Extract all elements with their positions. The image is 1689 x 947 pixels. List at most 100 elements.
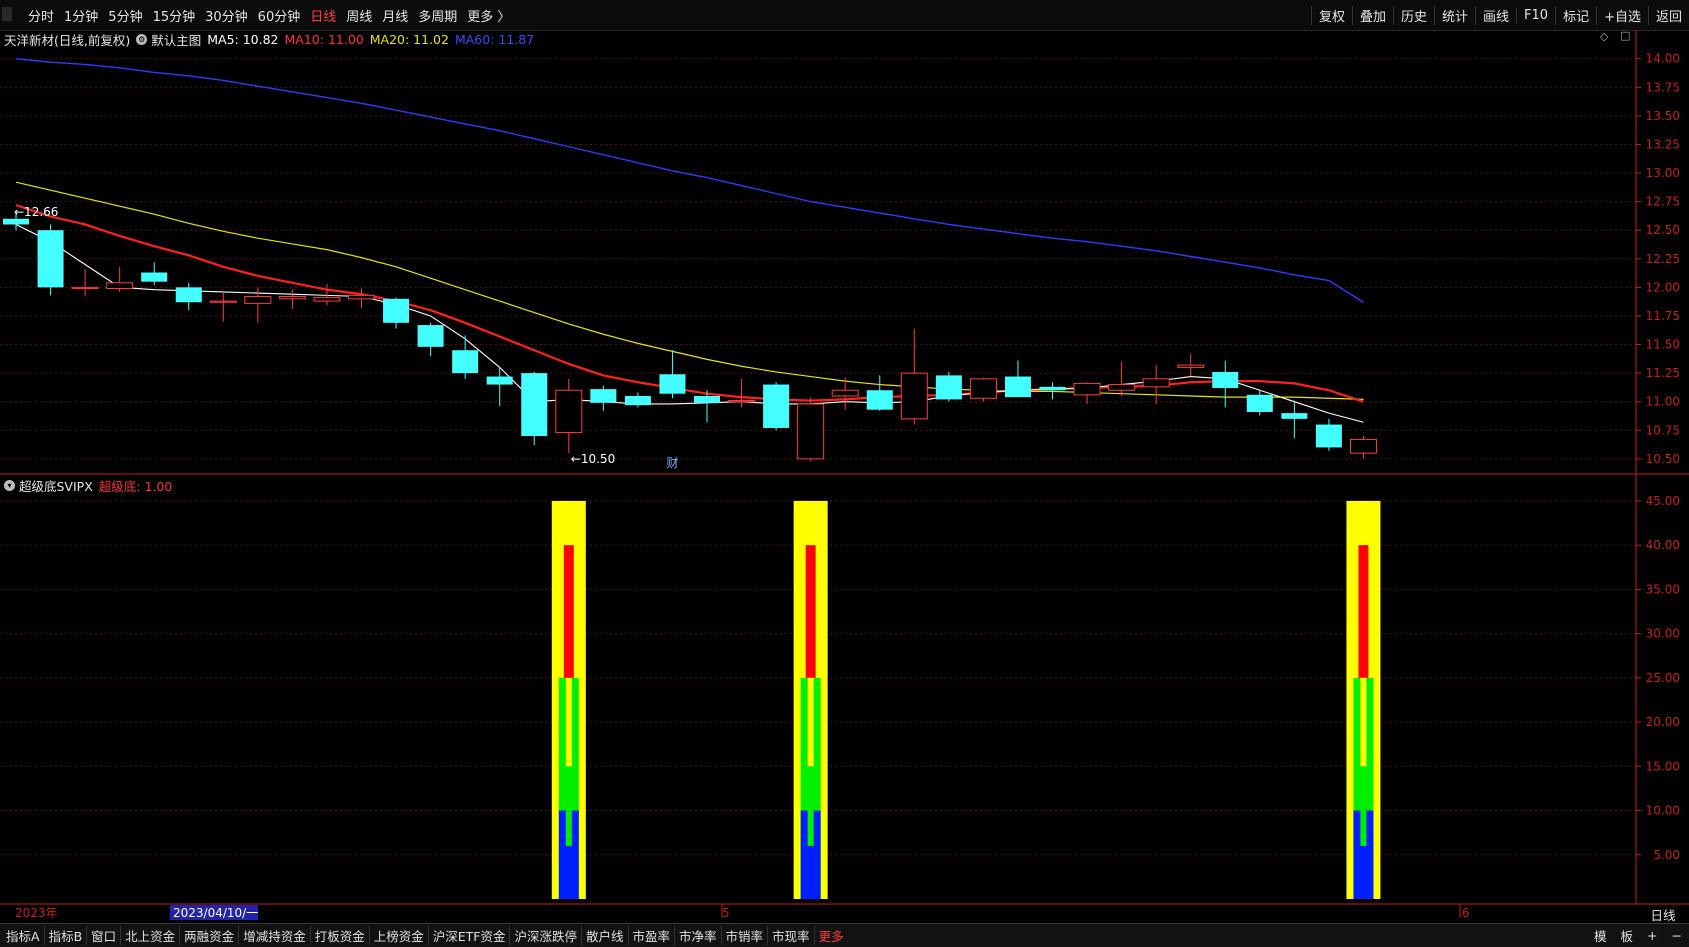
bottom-tab-12[interactable]: 市净率 <box>675 926 722 945</box>
candle-body <box>590 389 617 403</box>
bottom-tab-9[interactable]: 沪深涨跌停 <box>510 926 582 945</box>
tool-5[interactable]: F10 <box>1516 7 1555 23</box>
tab-6[interactable]: 日线 <box>310 6 336 25</box>
candle-body <box>1039 386 1066 391</box>
year-label: 2023年 <box>15 906 58 920</box>
ma20-line <box>15 181 1364 401</box>
y-tick-label: 20.00 <box>1646 715 1680 729</box>
top-toolbar: 分时 1分钟 5分钟 15分钟 30分钟 60分钟 日线 周线 月线 多周期 更多 〉 复权 叠加 历史… <box>0 0 1689 31</box>
ma10-path <box>15 204 1364 403</box>
y-tick-label: 13.00 <box>1646 166 1680 180</box>
tool-3[interactable]: 统计 <box>1434 5 1475 25</box>
bottom-tab-3[interactable]: 北上资金 <box>121 926 181 945</box>
indicator-bar <box>1360 810 1367 846</box>
bottom-tabs: 指标A 指标B 窗口 北上资金 两融资金 增减持资金 打板资金 上榜资金 沪深ETF资金 沪深涨跌… <box>2 924 848 947</box>
indicator-bar <box>565 810 572 846</box>
grid-lines <box>0 58 1689 905</box>
tool-8[interactable]: 返回 <box>1647 5 1689 25</box>
bottom-tab-13[interactable]: 市销率 <box>722 926 769 945</box>
y-tick-label: 30.00 <box>1646 627 1680 641</box>
bottom-tool-0[interactable]: 模 <box>1587 926 1614 945</box>
ma10-line <box>15 204 1364 403</box>
candle-body <box>521 373 548 436</box>
candle-body <box>831 389 859 397</box>
indicator-bar <box>807 810 814 846</box>
y-tick-label: 11.00 <box>1646 395 1680 409</box>
tool-1[interactable]: 叠加 <box>1351 5 1393 25</box>
candle-body <box>383 298 410 323</box>
y-tick-label: 10.50 <box>1646 452 1680 466</box>
y-tick-label: 10.00 <box>1646 804 1680 818</box>
y-tick-label: 13.25 <box>1646 137 1680 151</box>
tool-6[interactable]: 标记 <box>1555 5 1596 25</box>
candle-body <box>1108 384 1136 391</box>
y-tick-label: 12.00 <box>1646 280 1680 294</box>
indicator-bar <box>807 677 814 767</box>
tab-9[interactable]: 多周期 <box>418 6 457 25</box>
bottom-tab-2[interactable]: 窗口 <box>87 926 122 945</box>
y-tick-label: 12.75 <box>1646 195 1680 209</box>
bottom-tab-4[interactable]: 两融资金 <box>180 926 240 945</box>
indicator-bar <box>565 677 572 767</box>
ma5-line <box>15 223 1364 423</box>
candle-body <box>1073 382 1101 396</box>
bottom-tab-10[interactable]: 散户线 <box>582 926 629 945</box>
tab-4[interactable]: 30分钟 <box>205 6 248 25</box>
candle-body <box>175 287 202 303</box>
right-toolbar: 复权 叠加 历史 统计 画线 F10 标记 +自选 返回 <box>1310 0 1689 30</box>
y-tick-label: 13.75 <box>1646 80 1680 94</box>
candle-body <box>969 378 997 399</box>
tab-1[interactable]: 1分钟 <box>64 6 98 25</box>
tool-2[interactable]: 历史 <box>1392 5 1434 25</box>
y-tick-label: 12.25 <box>1646 252 1680 266</box>
y-tick-label: 13.50 <box>1646 109 1680 123</box>
ma20-path <box>15 181 1364 401</box>
bottom-tab-0[interactable]: 指标A <box>2 926 45 945</box>
bottom-tab-14[interactable]: 市现率 <box>768 926 815 945</box>
tab-7[interactable]: 周线 <box>346 6 372 25</box>
bottom-bar: 指标A 指标B 窗口 北上资金 两融资金 增减持资金 打板资金 上榜资金 沪深ETF资金 沪深涨跌… <box>0 923 1689 947</box>
period-tabs: 分时 1分钟 5分钟 15分钟 30分钟 60分钟 日线 周线 月线 多周期 更多 〉 <box>28 0 520 30</box>
bottom-tab-6[interactable]: 打板资金 <box>311 926 370 945</box>
tool-4[interactable]: 画线 <box>1475 5 1516 25</box>
candle-body <box>659 374 686 394</box>
bottom-tab-5[interactable]: 增减持资金 <box>239 926 311 945</box>
candles <box>3 211 1377 462</box>
tab-10[interactable]: 更多 〉 <box>467 6 510 25</box>
kline-chart[interactable]: 14.00 13.75 13.50 13.25 13.00 12.75 12.50 12.25… <box>0 30 1689 923</box>
candle-body <box>209 300 237 303</box>
tab-8[interactable]: 月线 <box>382 6 408 25</box>
candle-body <box>1177 364 1205 368</box>
candle-body <box>728 400 756 403</box>
month-label: 6 <box>1462 906 1470 920</box>
high-price-label: ←12.66 <box>14 205 58 219</box>
candle-body <box>1246 394 1273 412</box>
y-tick-label: 11.25 <box>1646 366 1680 380</box>
y-tick-label: 45.00 <box>1646 494 1680 508</box>
bottom-tab-8[interactable]: 沪深ETF资金 <box>429 926 511 945</box>
indicator-bar <box>1360 677 1367 767</box>
tab-3[interactable]: 15分钟 <box>153 6 196 25</box>
cursor-date: 2023/04/10/一 <box>173 906 258 920</box>
candle-body <box>866 390 893 410</box>
window-handle[interactable] <box>2 7 12 21</box>
candle-body <box>71 286 99 290</box>
tab-2[interactable]: 5分钟 <box>108 6 142 25</box>
tool-0[interactable]: 复权 <box>1310 5 1352 25</box>
candle-body <box>313 297 341 302</box>
tab-0[interactable]: 分时 <box>28 6 54 25</box>
candle-body <box>694 395 720 403</box>
tab-5[interactable]: 60分钟 <box>258 6 301 25</box>
bottom-tab-7[interactable]: 上榜资金 <box>370 926 429 945</box>
bottom-tool-2[interactable]: + <box>1640 928 1664 943</box>
tool-7[interactable]: +自选 <box>1596 5 1648 25</box>
bottom-tab-15[interactable]: 更多 <box>815 926 848 945</box>
bottom-tab-11[interactable]: 市盈率 <box>629 926 676 945</box>
bottom-tool-3[interactable]: − <box>1665 928 1689 943</box>
candle-body <box>141 272 168 282</box>
bottom-tab-1[interactable]: 指标B <box>45 926 88 945</box>
bottom-tool-1[interactable]: 板 <box>1614 926 1641 945</box>
candle-body <box>1212 371 1239 388</box>
candle-body <box>37 230 64 288</box>
candle-body <box>1315 424 1342 448</box>
